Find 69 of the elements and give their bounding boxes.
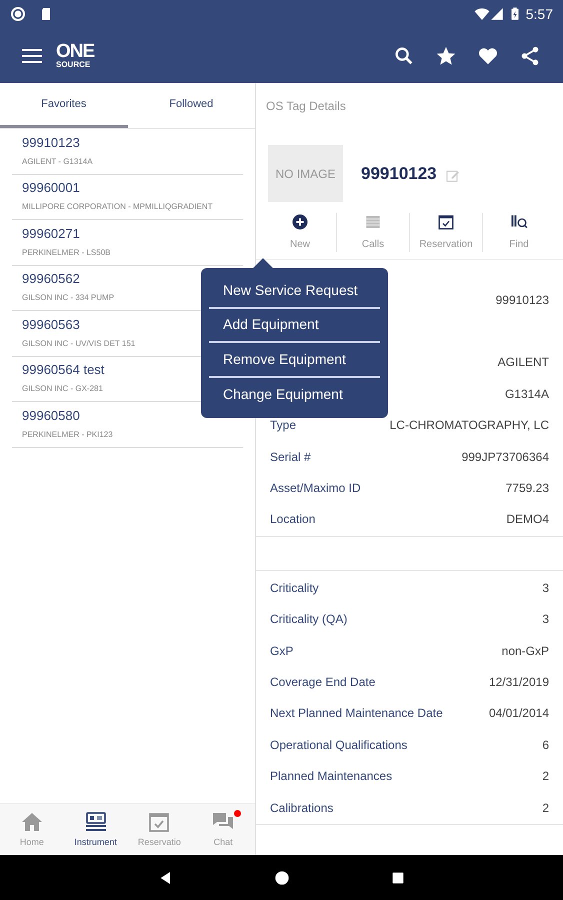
list-icon bbox=[364, 213, 382, 231]
no-image-label: NO IMAGE bbox=[275, 166, 336, 182]
status-circle-icon bbox=[10, 6, 26, 22]
wifi-icon bbox=[474, 6, 490, 22]
field-value: 3 bbox=[542, 611, 549, 628]
tab[interactable]: Followed bbox=[128, 83, 255, 128]
app-logo: ONE SOURCE bbox=[56, 42, 94, 69]
field-value: 12/31/2019 bbox=[488, 674, 549, 691]
find-icon bbox=[510, 213, 528, 231]
instrument-id: 99960271 bbox=[22, 226, 80, 242]
instrument-list-item[interactable]: 99910123 AGILENT - G1314A bbox=[12, 129, 243, 174]
field-value: AGILENT bbox=[498, 354, 549, 372]
field-label: Location bbox=[270, 511, 316, 528]
instrument-icon bbox=[84, 810, 108, 834]
field-label: Serial # bbox=[270, 448, 311, 466]
nav-tab[interactable]: Instrument bbox=[64, 804, 128, 855]
tag-number: 99910123 bbox=[361, 162, 437, 185]
clock: 5:57 bbox=[526, 4, 553, 24]
share-button[interactable] bbox=[519, 44, 541, 66]
instrument-list-item[interactable]: 99960001 MILLIPORE CORPORATION - MPMILLIQGRADIENT bbox=[12, 174, 243, 220]
instrument-id: 99960001 bbox=[22, 180, 80, 196]
star-button[interactable] bbox=[435, 44, 457, 66]
field-label: Next Planned Maintenance Date bbox=[270, 705, 443, 722]
menu-item[interactable]: Add Equipment bbox=[209, 308, 380, 343]
field-label: Type bbox=[270, 417, 296, 434]
instrument-list-item[interactable]: 99960271 PERKINELMER - LS50B bbox=[12, 220, 243, 266]
instrument-subtitle: AGILENT - G1314A bbox=[22, 156, 93, 168]
field-value: 04/01/2014 bbox=[488, 705, 549, 722]
field-label: Coverage End Date bbox=[270, 674, 376, 691]
field-value: 3 bbox=[542, 580, 549, 597]
field-value: 2 bbox=[542, 800, 549, 817]
field-label: Operational Qualifications bbox=[270, 736, 408, 754]
instrument-subtitle: PERKINELMER - LS50B bbox=[22, 246, 110, 259]
field-value: non-GxP bbox=[502, 642, 549, 660]
plus-circle-icon bbox=[291, 213, 309, 231]
tab[interactable]: Favorites bbox=[0, 83, 128, 128]
menu-item[interactable]: New Service Request bbox=[209, 274, 380, 308]
instrument-subtitle: GILSON INC - 334 PUMP bbox=[22, 292, 114, 304]
field-value: 999JP73706364 bbox=[462, 448, 549, 466]
field-label: Asset/Maximo ID bbox=[270, 480, 361, 498]
field-value: 2 bbox=[542, 768, 549, 786]
signal-icon bbox=[490, 7, 504, 21]
instrument-subtitle: GILSON INC - UV/VIS DET 151 bbox=[22, 338, 136, 350]
menu-item[interactable]: Remove Equipment bbox=[209, 343, 380, 378]
home-button-icon bbox=[274, 870, 290, 886]
calendar-icon bbox=[437, 213, 455, 231]
field-value: 7759.23 bbox=[506, 480, 549, 498]
panel-title: OS Tag Details bbox=[265, 98, 347, 115]
instrument-subtitle: PERKINELMER - PKI123 bbox=[22, 428, 113, 441]
field-value: G1314A bbox=[504, 386, 549, 403]
instrument-id: 99960564 test bbox=[22, 362, 104, 378]
instrument-subtitle: MILLIPORE CORPORATION - MPMILLIQGRADIENT bbox=[22, 201, 213, 214]
field-value: LC-CHROMATOGRAPHY, LC bbox=[390, 417, 549, 434]
instrument-id: 99960563 bbox=[22, 316, 80, 333]
field-value: 99910123 bbox=[496, 292, 549, 309]
field-label: GxP bbox=[270, 642, 294, 660]
menu-button[interactable] bbox=[22, 48, 42, 64]
field-value: 6 bbox=[542, 736, 549, 754]
instrument-id: 99960562 bbox=[22, 271, 80, 288]
instrument-id: 99960580 bbox=[22, 408, 80, 424]
search-button[interactable] bbox=[393, 44, 415, 66]
instrument-subtitle: GILSON INC - GX-281 bbox=[22, 383, 103, 396]
field-label: Criticality (QA) bbox=[270, 611, 348, 628]
recents-button-icon bbox=[390, 870, 406, 886]
instrument-id: 99910123 bbox=[22, 134, 80, 151]
field-value: DEMO4 bbox=[506, 511, 549, 528]
field-label: Planned Maintenances bbox=[270, 768, 392, 786]
field-label: Calibrations bbox=[270, 800, 334, 817]
field-label: Criticality bbox=[270, 580, 319, 597]
